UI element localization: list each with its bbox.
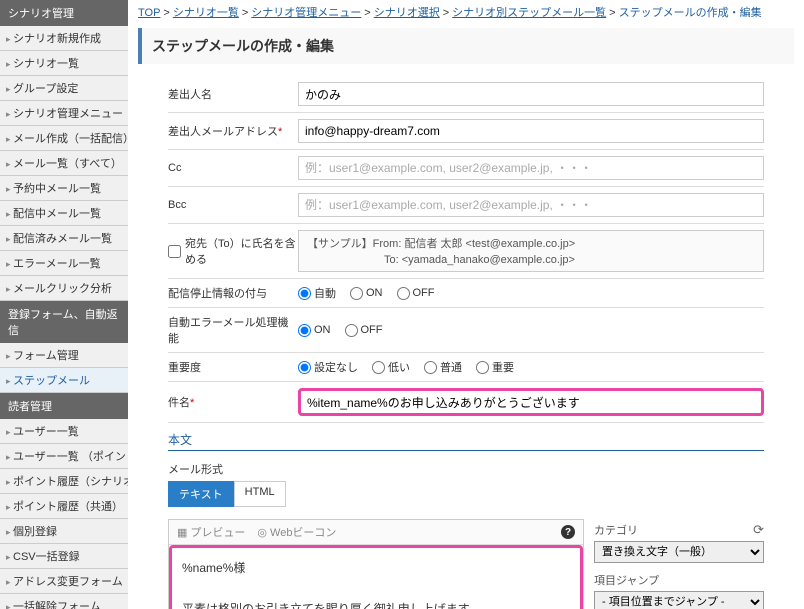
breadcrumb-link[interactable]: シナリオ別ステップメール一覧 [452, 7, 606, 19]
subject-input[interactable] [298, 388, 764, 416]
sidebar-section: 登録フォーム、自動返信 [0, 301, 128, 343]
sidebar-item[interactable]: CSV一括登録 [0, 544, 128, 569]
include-name-checkbox[interactable]: 宛先（To）に氏名を含める [168, 235, 298, 267]
sidebar-item[interactable]: 配信済みメール一覧 [0, 226, 128, 251]
sender-email-input[interactable] [298, 119, 764, 143]
tab-text[interactable]: テキスト [168, 481, 234, 507]
radio-stop[interactable]: ON [350, 287, 383, 300]
radio-pri[interactable]: 低い [372, 359, 410, 375]
sidebar-item[interactable]: エラーメール一覧 [0, 251, 128, 276]
sidebar-section: 読者管理 [0, 393, 128, 419]
radio-stop[interactable]: OFF [397, 287, 435, 300]
label-bcc: Bcc [168, 199, 298, 211]
category-select[interactable]: 置き換え文字（一般） [594, 541, 764, 563]
label-cc: Cc [168, 162, 298, 174]
radio-pri[interactable]: 重要 [476, 359, 514, 375]
breadcrumb-link[interactable]: TOP [138, 7, 160, 19]
sidebar: シナリオ管理シナリオ新規作成シナリオ一覧グループ設定シナリオ管理メニューメール作… [0, 0, 128, 609]
sidebar-section: シナリオ管理 [0, 0, 128, 26]
sidebar-item[interactable]: シナリオ新規作成 [0, 26, 128, 51]
sidebar-item[interactable]: メール作成（一括配信） [0, 126, 128, 151]
page-title: ステップメールの作成・編集 [138, 28, 794, 64]
breadcrumb-link[interactable]: シナリオ管理メニュー [251, 7, 361, 19]
sidebar-item[interactable]: ユーザー一覧 [0, 419, 128, 444]
breadcrumb-link[interactable]: シナリオ一覧 [173, 7, 239, 19]
jump-label: 項目ジャンプ [594, 572, 659, 588]
radio-err[interactable]: ON [298, 324, 331, 337]
radio-err[interactable]: OFF [345, 324, 383, 337]
sidebar-item[interactable]: ポイント履歴（共通） [0, 494, 128, 519]
sidebar-item[interactable]: メール一覧（すべて） [0, 151, 128, 176]
refresh-icon[interactable]: ⟳ [753, 522, 764, 538]
label-subject: 件名* [168, 394, 298, 410]
include-name-sample: 【サンプル】From: 配信者 太郎 <test@example.co.jp> … [298, 230, 764, 272]
editor-area: ▦プレビュー ◎Webビーコン ? %name%様 平素は格別のお引き立てを賜り… [168, 519, 584, 609]
help-icon[interactable]: ? [561, 525, 575, 539]
sidebar-item[interactable]: 個別登録 [0, 519, 128, 544]
sidebar-item[interactable]: グループ設定 [0, 76, 128, 101]
label-sender-email: 差出人メールアドレス* [168, 123, 298, 139]
breadcrumb-current: ステップメールの作成・編集 [619, 7, 762, 19]
preview-button[interactable]: ▦プレビュー [177, 524, 245, 540]
bcc-input[interactable] [298, 193, 764, 217]
beacon-icon: ◎ [257, 526, 267, 539]
cc-input[interactable] [298, 156, 764, 180]
sidebar-item[interactable]: アドレス変更フォーム [0, 569, 128, 594]
format-label: メール形式 [168, 464, 223, 476]
category-label: カテゴリ [594, 522, 638, 538]
sidebar-item[interactable]: 予約中メール一覧 [0, 176, 128, 201]
sender-name-input[interactable] [298, 82, 764, 106]
sidebar-item[interactable]: 配信中メール一覧 [0, 201, 128, 226]
label-sender-name: 差出人名 [168, 86, 298, 102]
sidebar-item[interactable]: ステップメール [0, 368, 128, 393]
breadcrumb-link[interactable]: シナリオ選択 [374, 7, 440, 19]
body-section-label: 本文 [168, 423, 764, 451]
preview-icon: ▦ [177, 526, 187, 539]
label-auto-error: 自動エラーメール処理機能 [168, 314, 298, 346]
jump-select[interactable]: - 項目位置までジャンプ - [594, 591, 764, 609]
radio-stop[interactable]: 自動 [298, 285, 336, 301]
sidebar-item[interactable]: フォーム管理 [0, 343, 128, 368]
web-beacon-button[interactable]: ◎Webビーコン [257, 524, 336, 540]
tab-html[interactable]: HTML [234, 481, 286, 507]
sidebar-item[interactable]: ポイント履歴（シナリオ別） [0, 469, 128, 494]
sidebar-item[interactable]: 一括解除フォーム [0, 594, 128, 609]
sidebar-item[interactable]: シナリオ一覧 [0, 51, 128, 76]
radio-pri[interactable]: 普通 [424, 359, 462, 375]
breadcrumb: TOP>シナリオ一覧>シナリオ管理メニュー>シナリオ選択>シナリオ別ステップメー… [138, 0, 794, 24]
sidebar-item[interactable]: ユーザー一覧 （ポイント一括操作） [0, 444, 128, 469]
label-priority: 重要度 [168, 359, 298, 375]
main-content: TOP>シナリオ一覧>シナリオ管理メニュー>シナリオ選択>シナリオ別ステップメー… [128, 0, 804, 609]
body-textarea[interactable]: %name%様 平素は格別のお引き立てを賜り厚く御礼申し上げます。 %item_… [169, 545, 583, 609]
variable-panel: カテゴリ⟳ 置き換え文字（一般） 項目ジャンプ - 項目位置までジャンプ - 🔍… [594, 519, 764, 609]
radio-pri[interactable]: 設定なし [298, 359, 358, 375]
sidebar-item[interactable]: メールクリック分析 [0, 276, 128, 301]
label-stop-info: 配信停止情報の付与 [168, 285, 298, 301]
sidebar-item[interactable]: シナリオ管理メニュー [0, 101, 128, 126]
